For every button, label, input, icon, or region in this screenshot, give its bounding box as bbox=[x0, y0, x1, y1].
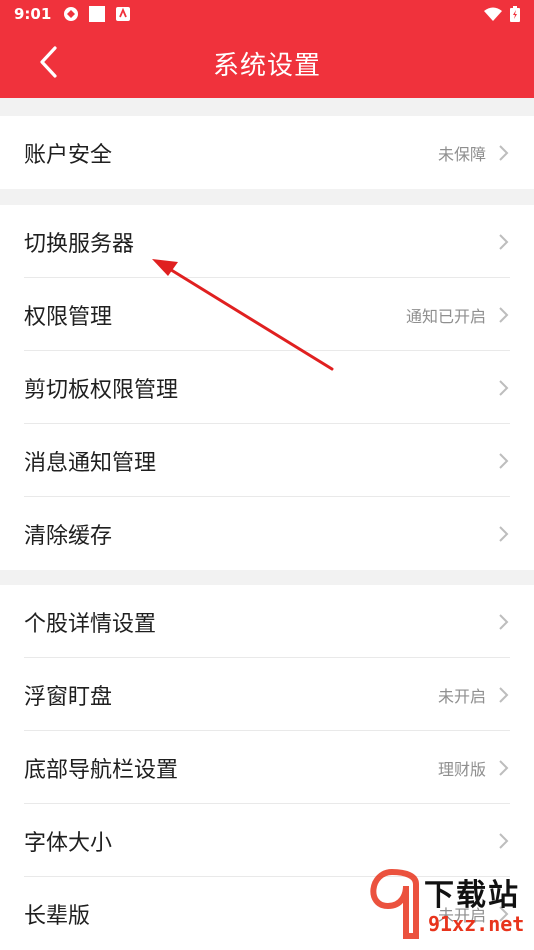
site-watermark: 下载站 91xz.net bbox=[362, 866, 530, 946]
setting-value: 通知已开启 bbox=[405, 306, 486, 326]
setting-row-bottom-nav[interactable]: 底部导航栏设置 理财版 bbox=[0, 731, 534, 804]
setting-value: 未保障 bbox=[437, 144, 486, 164]
chevron-right-icon bbox=[499, 686, 509, 703]
chevron-right-icon bbox=[499, 525, 509, 542]
setting-label: 权限管理 bbox=[24, 304, 113, 330]
setting-label: 字体大小 bbox=[24, 830, 113, 856]
setting-row-account-security[interactable]: 账户安全 未保障 bbox=[0, 116, 534, 189]
watermark-logo-icon bbox=[370, 868, 419, 939]
battery-icon bbox=[510, 6, 520, 22]
setting-row-clipboard-permissions[interactable]: 剪切板权限管理 bbox=[0, 351, 534, 424]
setting-label: 消息通知管理 bbox=[24, 450, 157, 476]
setting-label: 清除缓存 bbox=[24, 523, 113, 549]
setting-row-floating-window[interactable]: 浮窗盯盘 未开启 bbox=[0, 658, 534, 731]
status-bar: 9:01 bbox=[0, 0, 534, 28]
setting-label: 浮窗盯盘 bbox=[24, 684, 113, 710]
back-chevron-icon bbox=[40, 46, 57, 78]
settings-group-system: 切换服务器 权限管理 通知已开启 剪切板权限管理 消息通知管理 清除缓存 bbox=[0, 205, 534, 570]
setting-label: 切换服务器 bbox=[24, 231, 135, 257]
wifi-icon bbox=[484, 7, 502, 21]
chevron-right-icon bbox=[499, 306, 509, 323]
watermark-url: 91xz.net bbox=[428, 912, 525, 936]
setting-row-permissions[interactable]: 权限管理 通知已开启 bbox=[0, 278, 534, 351]
chevron-right-icon bbox=[499, 379, 509, 396]
chevron-right-icon bbox=[499, 233, 509, 250]
setting-row-clear-cache[interactable]: 清除缓存 bbox=[0, 497, 534, 570]
chevron-right-icon bbox=[499, 759, 509, 776]
setting-row-stock-detail[interactable]: 个股详情设置 bbox=[0, 585, 534, 658]
setting-label: 个股详情设置 bbox=[24, 611, 157, 637]
back-button[interactable] bbox=[30, 44, 66, 80]
setting-label: 长辈版 bbox=[24, 903, 91, 929]
status-time: 9:01 bbox=[14, 5, 52, 23]
setting-label: 底部导航栏设置 bbox=[24, 757, 179, 783]
app-notification-icon bbox=[116, 7, 131, 21]
setting-row-switch-server[interactable]: 切换服务器 bbox=[0, 205, 534, 278]
chevron-right-icon bbox=[499, 144, 509, 161]
setting-row-message-notifications[interactable]: 消息通知管理 bbox=[0, 424, 534, 497]
setting-label: 账户安全 bbox=[24, 142, 113, 168]
notification-square-icon bbox=[89, 6, 106, 22]
setting-value: 理财版 bbox=[437, 759, 486, 779]
app-header: 系统设置 bbox=[0, 28, 534, 98]
setting-value: 未开启 bbox=[437, 686, 486, 706]
sync-icon bbox=[64, 7, 79, 21]
setting-label: 剪切板权限管理 bbox=[24, 377, 179, 403]
page-title: 系统设置 bbox=[212, 50, 321, 81]
chevron-right-icon bbox=[499, 452, 509, 469]
status-right bbox=[484, 6, 520, 22]
chevron-right-icon bbox=[499, 832, 509, 849]
watermark-text: 下载站 bbox=[424, 878, 520, 913]
settings-group-account: 账户安全 未保障 bbox=[0, 116, 534, 189]
chevron-right-icon bbox=[499, 613, 509, 630]
